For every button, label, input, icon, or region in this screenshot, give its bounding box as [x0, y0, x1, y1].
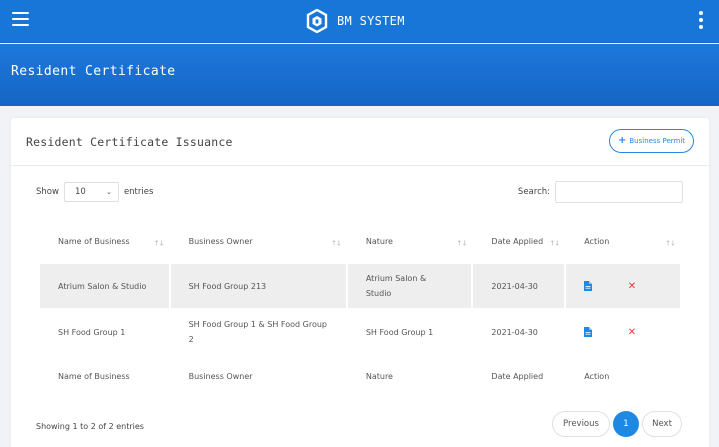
search-control: Search: — [518, 181, 683, 203]
cell-business-name: Atrium Salon & Studio — [40, 264, 169, 308]
cell-date-applied: 2021-04-30 — [491, 327, 538, 337]
cell-business-owner: SH Food Group 213 — [170, 264, 346, 308]
column-header-name[interactable]: Name of Business ↑↓ — [40, 220, 169, 262]
next-page-button[interactable]: Next — [642, 411, 682, 437]
entries-value: 10 — [74, 187, 86, 197]
footer-column-name: Name of Business — [58, 371, 130, 381]
cell-business-owner: SH Food Group 1 & SH Food Group 2 — [188, 320, 327, 344]
delete-icon[interactable]: ✕ — [628, 325, 636, 340]
search-input[interactable] — [555, 181, 683, 203]
shield-logo-icon — [306, 9, 328, 33]
brand[interactable]: BM SYSTEM — [306, 9, 405, 33]
table-row: SH Food Group 1 SH Food Group 1 & SH Foo… — [40, 310, 680, 354]
cell-nature: SH Food Group 1 — [365, 327, 434, 337]
sort-icon: ↑↓ — [331, 239, 342, 248]
delete-icon[interactable]: ✕ — [628, 279, 636, 294]
card-header: Resident Certificate Issuance + Business… — [11, 118, 709, 166]
cell-actions: ✕ — [566, 264, 680, 308]
cell-date-applied: 2021-04-30 — [473, 264, 565, 308]
column-header-action[interactable]: Action ↑↓ — [566, 220, 680, 262]
table-info: Showing 1 to 2 of 2 entries — [36, 422, 144, 431]
column-header-nature[interactable]: Nature ↑↓ — [348, 220, 472, 262]
chevron-down-icon: ⌄ — [106, 188, 112, 196]
search-label: Search: — [517, 187, 550, 197]
entries-select[interactable]: 10 ⌄ — [63, 182, 119, 202]
issuance-card: Resident Certificate Issuance + Business… — [11, 118, 709, 447]
column-header-date[interactable]: Date Applied ↑↓ — [473, 220, 564, 262]
table-footer-row: Name of Business Business Owner Nature D… — [40, 356, 680, 396]
hamburger-menu-icon[interactable] — [12, 12, 29, 26]
sort-icon: ↑↓ — [153, 239, 165, 248]
footer-column-action: Action — [584, 371, 610, 381]
document-icon[interactable] — [584, 281, 593, 291]
page-title: Resident Certificate — [11, 64, 176, 79]
previous-page-button[interactable]: Previous — [552, 411, 610, 437]
column-header-owner[interactable]: Business Owner ↑↓ — [171, 220, 346, 262]
sort-icon: ↑↓ — [456, 239, 468, 248]
table-header-row: Name of Business ↑↓ Business Owner ↑↓ Na… — [40, 220, 680, 262]
cell-nature: Atrium Salon & Studio — [347, 264, 472, 308]
cell-business-name: SH Food Group 1 — [58, 327, 126, 337]
add-button-label: Business Permit — [629, 137, 686, 145]
plus-icon: + — [617, 135, 627, 146]
footer-column-nature: Nature — [365, 371, 393, 381]
show-label: Show — [36, 187, 59, 197]
entries-length-control: Show 10 ⌄ entries — [36, 182, 153, 202]
page-header: Resident Certificate — [0, 44, 719, 106]
sort-icon: ↑↓ — [549, 239, 560, 248]
entries-label: entries — [123, 187, 154, 197]
sort-icon: ↑↓ — [665, 239, 676, 248]
page-1-button[interactable]: 1 — [613, 411, 639, 437]
kebab-menu-icon[interactable] — [698, 11, 704, 29]
add-business-permit-button[interactable]: + Business Permit — [609, 129, 694, 153]
table-row: Atrium Salon & Studio SH Food Group 213 … — [40, 264, 680, 308]
top-navbar: BM SYSTEM — [0, 0, 719, 43]
cell-actions: ✕ — [566, 310, 680, 354]
certificate-table: Name of Business ↑↓ Business Owner ↑↓ Na… — [38, 218, 682, 398]
footer-column-owner: Business Owner — [188, 371, 253, 381]
pagination: Previous 1 Next — [552, 411, 682, 437]
card-title: Resident Certificate Issuance — [26, 135, 233, 149]
app-title: BM SYSTEM — [337, 14, 405, 28]
footer-column-date: Date Applied — [491, 371, 544, 381]
document-icon[interactable] — [584, 327, 593, 337]
